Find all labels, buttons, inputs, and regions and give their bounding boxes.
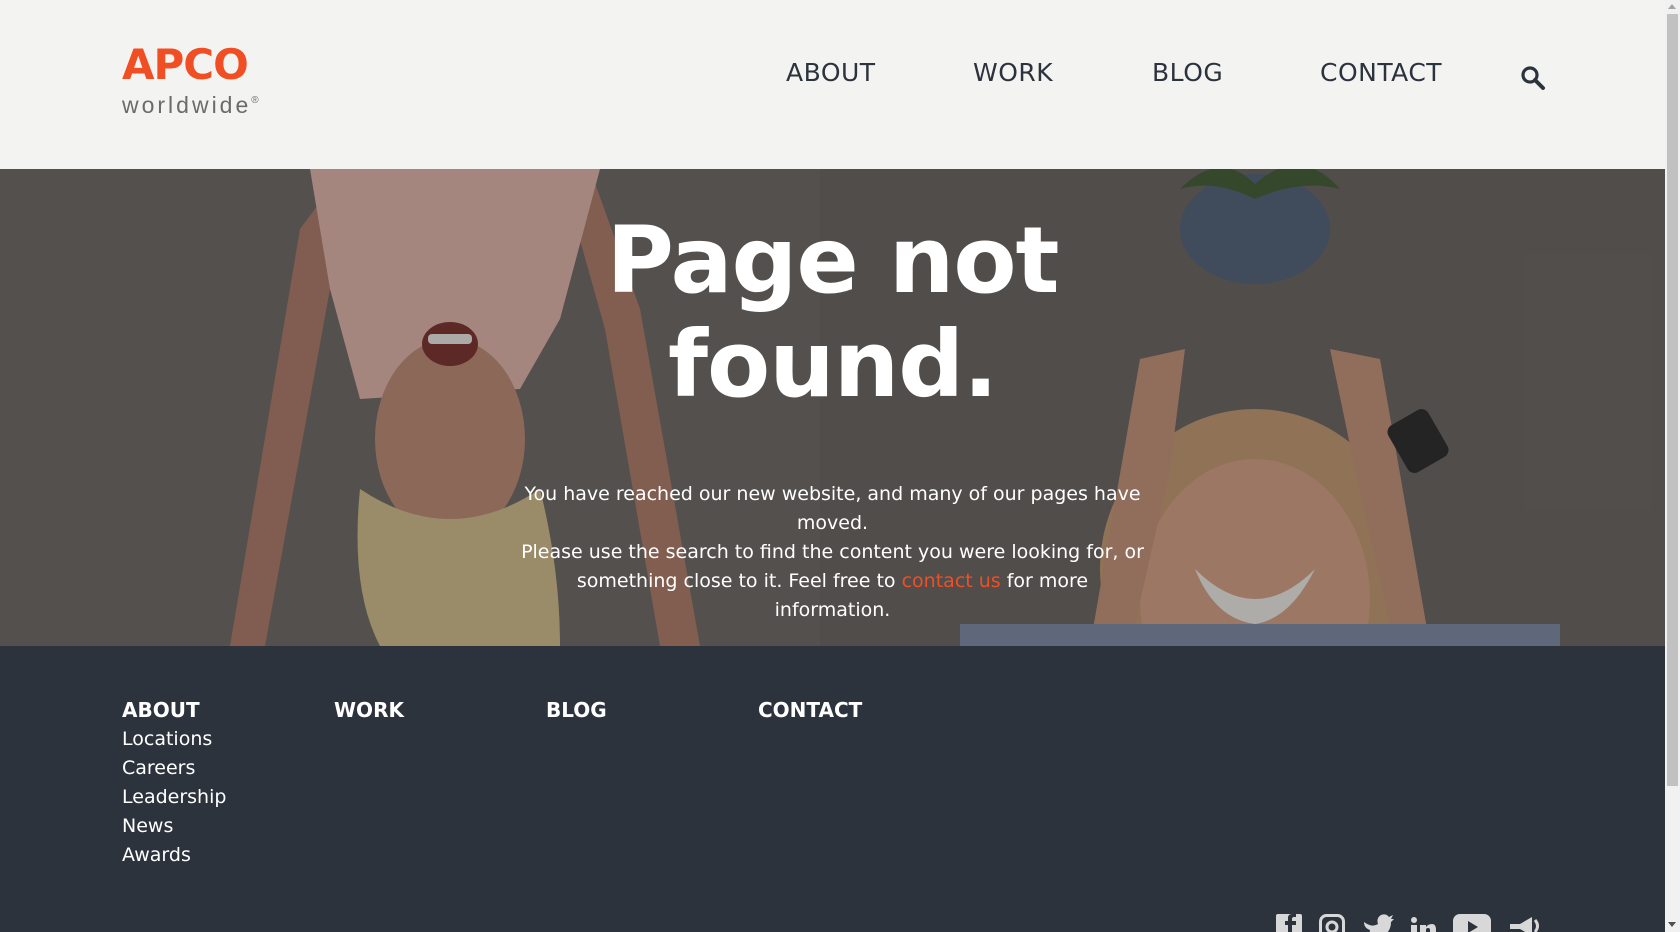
- scroll-up-arrow-icon[interactable]: [1668, 4, 1676, 9]
- footer-heading-about[interactable]: ABOUT: [122, 696, 226, 725]
- footer-column-blog: BLOG: [546, 696, 607, 725]
- logo-subtitle-text: worldwide: [122, 92, 252, 118]
- page-title: Page not found.: [560, 209, 1105, 417]
- logo-wordmark: APCO: [122, 40, 249, 89]
- footer-column-contact: CONTACT: [758, 696, 862, 725]
- page-scrollbar[interactable]: [1665, 0, 1680, 932]
- registered-mark: ®: [251, 95, 259, 106]
- instagram-icon[interactable]: [1319, 914, 1345, 932]
- footer-column-about: ABOUT Locations Careers Leadership News …: [122, 696, 226, 870]
- page-title-line-1: Page not: [606, 207, 1060, 314]
- footer-link-locations[interactable]: Locations: [122, 725, 226, 754]
- footer-heading-contact[interactable]: CONTACT: [758, 696, 862, 725]
- twitter-icon[interactable]: [1362, 914, 1394, 932]
- site-footer: ABOUT Locations Careers Leadership News …: [0, 646, 1665, 932]
- nav-about[interactable]: ABOUT: [786, 58, 876, 87]
- footer-link-careers[interactable]: Careers: [122, 754, 226, 783]
- search-icon[interactable]: [1520, 65, 1546, 91]
- facebook-icon[interactable]: [1276, 914, 1302, 932]
- hero-banner: Page not found. You have reached our new…: [0, 169, 1665, 646]
- nav-blog[interactable]: BLOG: [1152, 58, 1223, 87]
- linkedin-icon[interactable]: [1410, 914, 1436, 932]
- footer-heading-blog[interactable]: BLOG: [546, 696, 607, 725]
- footer-heading-work[interactable]: WORK: [334, 696, 404, 725]
- footer-link-news[interactable]: News: [122, 812, 226, 841]
- footer-column-work: WORK: [334, 696, 404, 725]
- apco-logo[interactable]: APCO worldwide®: [122, 40, 259, 119]
- nav-work[interactable]: WORK: [973, 58, 1053, 87]
- logo-subtitle: worldwide®: [122, 88, 259, 118]
- scrollbar-thumb[interactable]: [1667, 14, 1678, 786]
- site-header: APCO worldwide® ABOUT WORK BLOG CONTACT: [0, 0, 1665, 169]
- hero-message-line-1: You have reached our new website, and ma…: [524, 483, 1141, 534]
- hero-message: You have reached our new website, and ma…: [520, 480, 1145, 625]
- footer-link-awards[interactable]: Awards: [122, 841, 226, 870]
- footer-link-leadership[interactable]: Leadership: [122, 783, 226, 812]
- contact-us-link[interactable]: contact us: [902, 570, 1001, 592]
- scroll-down-arrow-icon[interactable]: [1668, 922, 1676, 927]
- youtube-icon[interactable]: [1453, 914, 1491, 932]
- page-title-line-2: found.: [667, 311, 998, 418]
- nav-contact[interactable]: CONTACT: [1320, 58, 1442, 87]
- podcast-icon[interactable]: [1508, 914, 1542, 932]
